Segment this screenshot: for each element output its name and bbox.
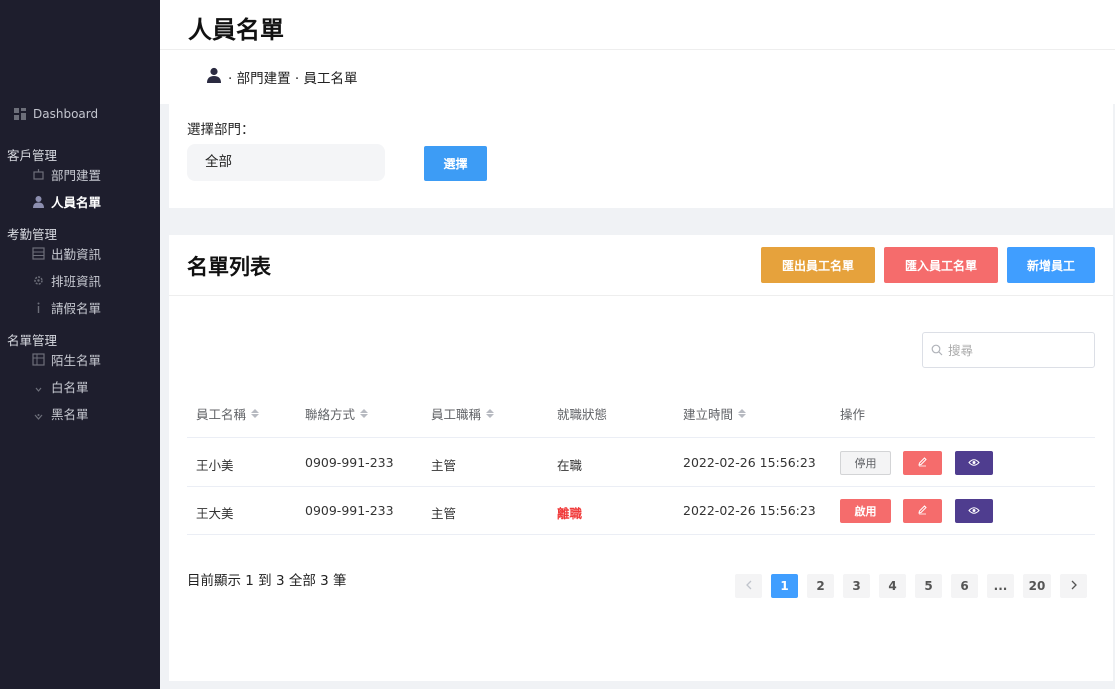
sort-icon bbox=[360, 409, 369, 418]
sidebar: Dashboard 客戶管理 部門建置 人員名單 考勤管理 出勤資訊 排班資訊 … bbox=[0, 0, 160, 689]
sidebar-item-blacklist[interactable]: 黑名單 bbox=[32, 404, 89, 423]
sort-icon bbox=[251, 409, 260, 418]
sidebar-item-stranger-list[interactable]: 陌生名單 bbox=[32, 350, 101, 369]
disable-button[interactable]: 停用 bbox=[840, 451, 891, 475]
page-header: 人員名單 · 部門建置 · 員工名單 bbox=[160, 0, 1115, 104]
cell-phone: 0909-991-233 bbox=[305, 455, 394, 470]
cell-created: 2022-02-26 15:56:23 bbox=[683, 455, 816, 470]
select-button[interactable]: 選擇 bbox=[424, 146, 487, 181]
sidebar-item-label: 請假名單 bbox=[51, 301, 102, 316]
sort-icon bbox=[738, 409, 747, 418]
view-button[interactable] bbox=[955, 451, 993, 475]
page-button[interactable]: 20 bbox=[1023, 574, 1051, 598]
sidebar-group-attendance: 考勤管理 bbox=[7, 227, 58, 242]
cell-title: 主管 bbox=[431, 506, 457, 521]
pagination-summary: 目前顯示 1 到 3 全部 3 筆 bbox=[187, 573, 347, 589]
cell-name: 王大美 bbox=[196, 506, 234, 521]
sidebar-group-list: 名單管理 bbox=[7, 333, 58, 348]
sidebar-item-dashboard[interactable]: Dashboard bbox=[14, 107, 98, 121]
grid-icon bbox=[32, 247, 45, 260]
table-row: 王小美 0909-991-233 主管 在職 2022-02-26 15:56:… bbox=[187, 439, 1095, 487]
column-header-status: 就職狀態 bbox=[557, 407, 608, 422]
sidebar-item-label: 陌生名單 bbox=[51, 353, 102, 368]
column-header-title[interactable]: 員工職稱 bbox=[431, 404, 495, 423]
cell-title: 主管 bbox=[431, 458, 457, 473]
dashboard-icon bbox=[14, 107, 27, 121]
list-card: 名單列表 匯出員工名單 匯入員工名單 新增員工 員工名稱 聯絡方式 員工職稱 就… bbox=[169, 235, 1113, 681]
breadcrumb-text[interactable]: · 部門建置 · 員工名單 bbox=[228, 67, 357, 87]
breadcrumb: · 部門建置 · 員工名單 bbox=[206, 67, 357, 87]
sidebar-item-label: 人員名單 bbox=[51, 195, 102, 210]
department-label: 選擇部門： bbox=[187, 122, 255, 138]
edit-button[interactable] bbox=[903, 499, 942, 523]
divider bbox=[169, 295, 1113, 296]
column-header-contact[interactable]: 聯絡方式 bbox=[305, 404, 369, 423]
info-icon bbox=[32, 301, 45, 314]
table-row: 王大美 0909-991-233 主管 離職 2022-02-26 15:56:… bbox=[187, 487, 1095, 535]
sidebar-item-label: 排班資訊 bbox=[51, 274, 102, 289]
export-staff-button[interactable]: 匯出員工名單 bbox=[761, 247, 875, 283]
building-icon bbox=[32, 168, 45, 181]
down-icon bbox=[32, 380, 45, 393]
department-select[interactable]: 全部 bbox=[187, 144, 385, 181]
add-staff-button[interactable]: 新增員工 bbox=[1007, 247, 1095, 283]
chevron-right-icon bbox=[1070, 579, 1078, 593]
cell-status: 在職 bbox=[557, 458, 583, 473]
sidebar-item-label: 部門建置 bbox=[51, 168, 102, 183]
cell-name: 王小美 bbox=[196, 458, 234, 473]
search-input[interactable] bbox=[948, 342, 1088, 358]
eye-icon bbox=[968, 457, 980, 470]
sidebar-item-label: 黑名單 bbox=[51, 407, 89, 422]
user-icon bbox=[206, 67, 222, 87]
sidebar-item-label: 出勤資訊 bbox=[51, 247, 102, 262]
pencil-icon bbox=[917, 504, 928, 518]
prev-page-button[interactable] bbox=[735, 574, 762, 598]
sidebar-group-customer: 客戶管理 bbox=[7, 148, 58, 163]
gear-icon bbox=[32, 274, 45, 287]
sidebar-item-staff-list[interactable]: 人員名單 bbox=[32, 192, 101, 211]
cell-phone: 0909-991-233 bbox=[305, 503, 394, 518]
column-header-name[interactable]: 員工名稱 bbox=[196, 404, 260, 423]
divider bbox=[160, 49, 1115, 50]
user-icon bbox=[32, 195, 45, 208]
column-header-actions: 操作 bbox=[840, 407, 866, 422]
search-box[interactable] bbox=[922, 332, 1095, 368]
eye-icon bbox=[968, 505, 980, 518]
sidebar-item-label: Dashboard bbox=[33, 107, 99, 121]
sort-icon bbox=[486, 409, 495, 418]
page-title: 人員名單 bbox=[188, 16, 284, 44]
import-staff-button[interactable]: 匯入員工名單 bbox=[884, 247, 998, 283]
sidebar-item-department[interactable]: 部門建置 bbox=[32, 165, 101, 184]
sidebar-item-whitelist[interactable]: 白名單 bbox=[32, 377, 89, 396]
sidebar-item-attendance-info[interactable]: 出勤資訊 bbox=[32, 244, 101, 263]
search-icon bbox=[931, 341, 943, 360]
cell-created: 2022-02-26 15:56:23 bbox=[683, 503, 816, 518]
list-title: 名單列表 bbox=[187, 255, 271, 279]
page-button[interactable]: 5 bbox=[915, 574, 942, 598]
sidebar-item-shift-info[interactable]: 排班資訊 bbox=[32, 271, 101, 290]
view-button[interactable] bbox=[955, 499, 993, 523]
pagination: 1 2 3 4 5 6 ... 20 bbox=[735, 574, 1087, 598]
sidebar-item-leave-list[interactable]: 請假名單 bbox=[32, 298, 101, 317]
column-header-created[interactable]: 建立時間 bbox=[683, 404, 747, 423]
page-button[interactable]: 4 bbox=[879, 574, 906, 598]
page-button[interactable]: 1 bbox=[771, 574, 798, 598]
chevron-left-icon bbox=[745, 579, 753, 593]
page-ellipsis[interactable]: ... bbox=[987, 574, 1014, 598]
filter-card: 選擇部門： 全部 選擇 bbox=[169, 104, 1113, 208]
page-button[interactable]: 2 bbox=[807, 574, 834, 598]
pencil-icon bbox=[917, 456, 928, 470]
enable-button[interactable]: 啟用 bbox=[840, 499, 891, 523]
next-page-button[interactable] bbox=[1060, 574, 1087, 598]
table-header: 員工名稱 聯絡方式 員工職稱 就職狀態 建立時間 操作 bbox=[187, 393, 1095, 438]
edit-button[interactable] bbox=[903, 451, 942, 475]
sidebar-item-label: 白名單 bbox=[51, 380, 89, 395]
table-icon bbox=[32, 353, 45, 366]
page-button[interactable]: 3 bbox=[843, 574, 870, 598]
page-button[interactable]: 6 bbox=[951, 574, 978, 598]
cell-status: 離職 bbox=[557, 506, 583, 521]
shield-icon bbox=[32, 407, 45, 420]
